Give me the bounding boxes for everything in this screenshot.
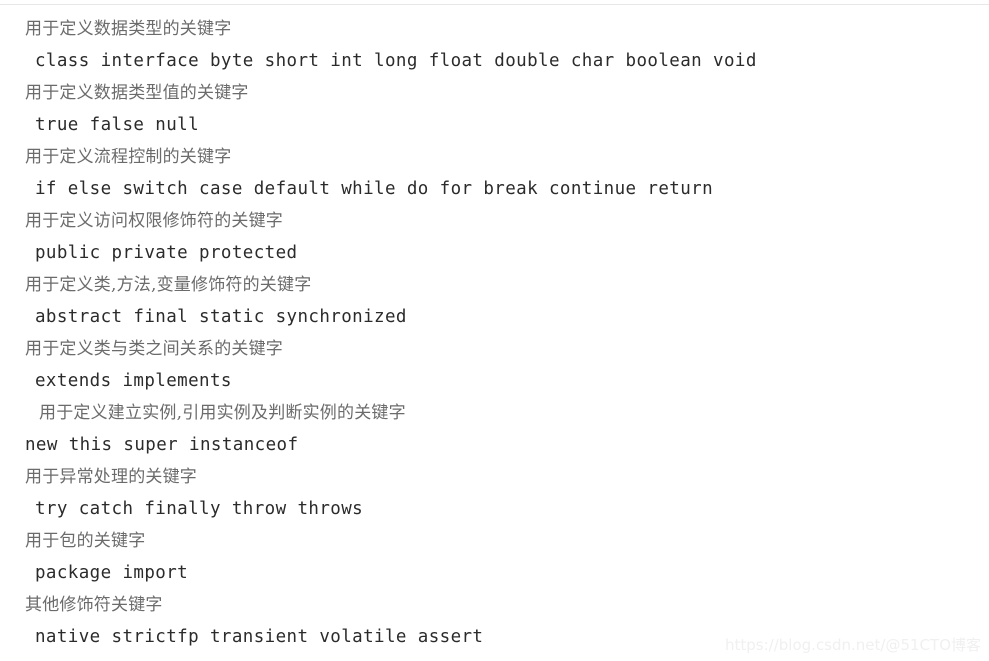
section-keywords: new this super instanceof <box>25 435 299 455</box>
section-keywords: class interface byte short int long floa… <box>35 51 757 71</box>
section-heading: 用于定义类与类之间关系的关键字 <box>25 339 283 359</box>
section-keywords: try catch finally throw throws <box>35 499 364 519</box>
keyword-section: 用于定义数据类型的关键字 class interface byte short i… <box>0 13 989 77</box>
keyword-section: 用于定义访问权限修饰符的关键字 public private protected <box>0 205 989 269</box>
section-keywords: native strictfp transient volatile asser… <box>35 627 484 647</box>
keyword-section: 其他修饰符关键字 native strictfp transient volati… <box>0 589 989 653</box>
keyword-reference-document: 用于定义数据类型的关键字 class interface byte short i… <box>0 0 989 653</box>
section-heading: 用于包的关键字 <box>25 531 146 551</box>
section-heading: 用于定义访问权限修饰符的关键字 <box>25 211 283 231</box>
keyword-section: 用于异常处理的关键字 try catch finally throw throws <box>0 461 989 525</box>
section-heading: 用于异常处理的关键字 <box>25 467 197 487</box>
section-heading: 用于定义建立实例,引用实例及判断实例的关键字 <box>39 403 406 423</box>
section-heading: 其他修饰符关键字 <box>25 595 163 615</box>
section-keywords: true false null <box>35 115 200 135</box>
section-heading: 用于定义数据类型的关键字 <box>25 19 232 39</box>
keyword-section: 用于定义流程控制的关键字 if else switch case default … <box>0 141 989 205</box>
section-keywords: if else switch case default while do for… <box>35 179 714 199</box>
section-heading: 用于定义流程控制的关键字 <box>25 147 232 167</box>
keyword-section: 用于定义类,方法,变量修饰符的关键字 abstract final static … <box>0 269 989 333</box>
keyword-section: 用于定义数据类型值的关键字 true false null <box>0 77 989 141</box>
keyword-section: 用于定义建立实例,引用实例及判断实例的关键字 new this super ins… <box>0 397 989 461</box>
keyword-section: 用于定义类与类之间关系的关键字 extends implements <box>0 333 989 397</box>
keyword-section-list: 用于定义数据类型的关键字 class interface byte short i… <box>0 13 989 653</box>
section-heading: 用于定义数据类型值的关键字 <box>25 83 249 103</box>
keyword-section: 用于包的关键字 package import <box>0 525 989 589</box>
section-keywords: extends implements <box>35 371 232 391</box>
section-keywords: public private protected <box>35 243 298 263</box>
section-heading: 用于定义类,方法,变量修饰符的关键字 <box>25 275 312 295</box>
section-keywords: abstract final static synchronized <box>35 307 407 327</box>
section-keywords: package import <box>35 563 189 583</box>
